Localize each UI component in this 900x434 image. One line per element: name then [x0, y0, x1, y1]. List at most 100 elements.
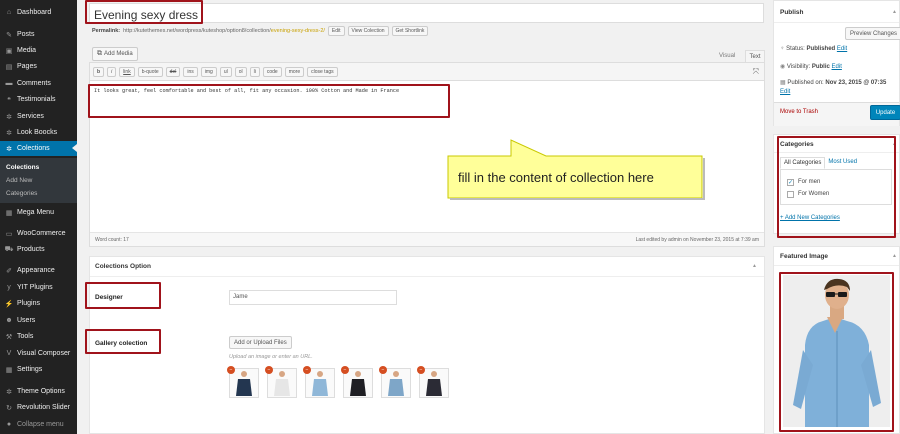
remove-icon[interactable]: −	[341, 366, 349, 374]
tab-all-categories[interactable]: All Categories	[780, 157, 826, 169]
cart-icon: ⛟	[4, 246, 14, 253]
sidebar-item-colections[interactable]: ✲ Colections	[0, 141, 77, 156]
remove-icon[interactable]: −	[417, 366, 425, 374]
published-value: Nov 23, 2015 @ 07:35	[825, 80, 887, 86]
toggle-arrow-icon[interactable]: ▲	[892, 9, 897, 15]
permalink-edit-button[interactable]: Edit	[327, 26, 345, 36]
submenu-item-add-new[interactable]: Add New	[0, 174, 77, 186]
sidebar-item-look-boocks[interactable]: ✲ Look Boocks	[0, 125, 77, 140]
gallery-thumb-white-shirt[interactable]: −	[265, 366, 297, 398]
sidebar-item-pages[interactable]: ▤ Pages	[0, 59, 77, 74]
submenu-item-colections[interactable]: Colections	[0, 161, 77, 173]
post-title-input[interactable]: Evening sexy dress	[89, 3, 764, 23]
move-to-trash-link[interactable]: Move to Trash	[780, 109, 818, 115]
divider	[90, 276, 764, 277]
view-colection-button[interactable]: View Colection	[347, 26, 389, 36]
add-upload-files-button[interactable]: Add or Upload Files	[229, 336, 292, 349]
featured-image-title: Featured Image	[780, 253, 829, 260]
quicktag-more-button[interactable]: more	[284, 66, 305, 77]
gallery-thumb-dark-outfit[interactable]: −	[417, 366, 449, 398]
remove-icon[interactable]: −	[265, 366, 273, 374]
gallery-thumb-light-blue-shirt[interactable]: −	[303, 366, 335, 398]
quote-icon: ❝	[7, 96, 11, 104]
designer-input[interactable]: Jame	[229, 290, 397, 305]
upload-description: Upload an image or enter an URL.	[229, 354, 313, 360]
gallery-thumb-black-dress[interactable]: −	[341, 366, 373, 398]
sidebar-item-woocommerce[interactable]: ▭ WooCommerce	[0, 226, 77, 241]
sidebar-item-posts[interactable]: ✎ Posts	[0, 27, 77, 42]
sidebar-item-testimonials[interactable]: ❝ Testimonials	[0, 92, 77, 107]
sidebar-item-plugins[interactable]: ⚡ Plugins	[0, 296, 77, 311]
tab-visual[interactable]: Visual	[719, 53, 735, 59]
category-label-for-men: For men	[798, 179, 821, 185]
sidebar-item-tools[interactable]: ⚒ Tools	[0, 329, 77, 344]
sidebar-item-products[interactable]: ⛟ Products	[0, 242, 77, 257]
sidebar-item-dashboard[interactable]: ⌂ Dashboard	[0, 5, 77, 20]
toggle-arrow-icon[interactable]: ▲	[752, 263, 757, 269]
quicktag-b-button[interactable]: b	[93, 66, 105, 77]
quicktag-ul-button[interactable]: ul	[219, 66, 232, 77]
sidebar-item-yit-plugins[interactable]: y YIT Plugins	[0, 280, 77, 295]
gallery-label: Gallery colection	[95, 340, 148, 347]
quicktag-code-button[interactable]: code	[262, 66, 282, 77]
tab-most-used[interactable]: Most Used	[825, 157, 860, 169]
quicktag-link-button[interactable]: link	[119, 66, 135, 77]
add-media-button[interactable]: ⧉ Add Media	[92, 47, 138, 61]
preview-changes-button[interactable]: Preview Changes	[845, 27, 900, 40]
content-text[interactable]: It looks great, feel comfortable and bes…	[94, 88, 399, 94]
add-new-category-link[interactable]: + Add New Categories	[780, 215, 840, 221]
colections-option-panel: Colections Option ▲ Designer Jame Galler…	[89, 256, 765, 434]
eye-icon: ◉	[780, 64, 786, 70]
get-shortlink-button[interactable]: Get Shortlink	[391, 26, 429, 36]
sidebar-item-theme-options[interactable]: ✲ Theme Options	[0, 384, 77, 399]
quicktag-close-tags-button[interactable]: close tags	[307, 66, 338, 77]
sidebar-item-appearance[interactable]: ✐ Appearance	[0, 263, 77, 278]
permalink-slug[interactable]: evening-sexy-dress-2/	[271, 28, 325, 34]
sidebar-item-comments[interactable]: ▬ Comments	[0, 76, 77, 91]
tab-text[interactable]: Text	[745, 50, 765, 62]
sidebar-item-media[interactable]: ▣ Media	[0, 43, 77, 58]
toggle-arrow-icon[interactable]: ▲	[892, 253, 897, 259]
quicktag-del-button[interactable]: del	[165, 66, 181, 77]
permalink-base[interactable]: http://kutethemes.net/wordpress/kuteshop…	[123, 28, 271, 34]
quicktag-i-button[interactable]: i	[107, 66, 117, 77]
sidebar-item-mega-menu[interactable]: ▦ Mega Menu	[0, 205, 77, 220]
sidebar-item-visual-composer[interactable]: V Visual Composer	[0, 346, 77, 361]
sidebar-item-collapse-menu[interactable]: ● Collapse menu	[0, 417, 77, 432]
model-illustration	[783, 275, 890, 427]
featured-image[interactable]	[783, 275, 890, 427]
submenu-item-categories[interactable]: Categories	[0, 187, 77, 199]
visibility-edit-link[interactable]: Edit	[832, 64, 842, 70]
fullscreen-icon[interactable]: ⤧	[753, 67, 759, 77]
update-button[interactable]: Update	[870, 105, 900, 120]
quicktag-li-button[interactable]: li	[249, 66, 260, 77]
remove-icon[interactable]: −	[303, 366, 311, 374]
sidebar-item-label: Comments	[17, 80, 51, 87]
main-content: Evening sexy dress Permalink: http://kut…	[85, 0, 765, 434]
last-edited: Last edited by admin on November 23, 201…	[635, 236, 759, 243]
brush-icon: ✐	[6, 267, 12, 275]
gallery-thumb-navy-shirt[interactable]: −	[227, 366, 259, 398]
remove-icon[interactable]: −	[379, 366, 387, 374]
quicktag-ins-button[interactable]: ins	[183, 66, 198, 77]
quicktag-img-button[interactable]: img	[200, 66, 217, 77]
sidebar-item-settings[interactable]: ▦ Settings	[0, 362, 77, 377]
pages-icon: ▤	[5, 63, 13, 71]
status-edit-link[interactable]: Edit	[837, 46, 847, 52]
sidebar-item-services[interactable]: ✲ Services	[0, 109, 77, 124]
checkbox-for-men[interactable]: ✓	[787, 179, 794, 186]
quicktag-ol-button[interactable]: ol	[234, 66, 247, 77]
gallery-thumb-blue-denim[interactable]: −	[379, 366, 411, 398]
published-edit-link[interactable]: Edit	[780, 89, 790, 95]
divider	[774, 265, 899, 266]
sidebar-item-users[interactable]: ☻ Users	[0, 313, 77, 328]
calendar-icon: ▦	[780, 80, 786, 86]
collapse-icon: ●	[6, 421, 12, 428]
gear-icon: ✲	[6, 388, 12, 396]
quicktag-b-quote-button[interactable]: b-quote	[137, 66, 163, 77]
remove-icon[interactable]: −	[227, 366, 235, 374]
checkbox-for-women[interactable]	[787, 191, 794, 198]
toggle-arrow-icon[interactable]: ▲	[892, 141, 897, 147]
sidebar-item-revolution-slider[interactable]: ↻ Revolution Slider	[0, 400, 77, 415]
settings-icon: ▦	[5, 366, 13, 374]
